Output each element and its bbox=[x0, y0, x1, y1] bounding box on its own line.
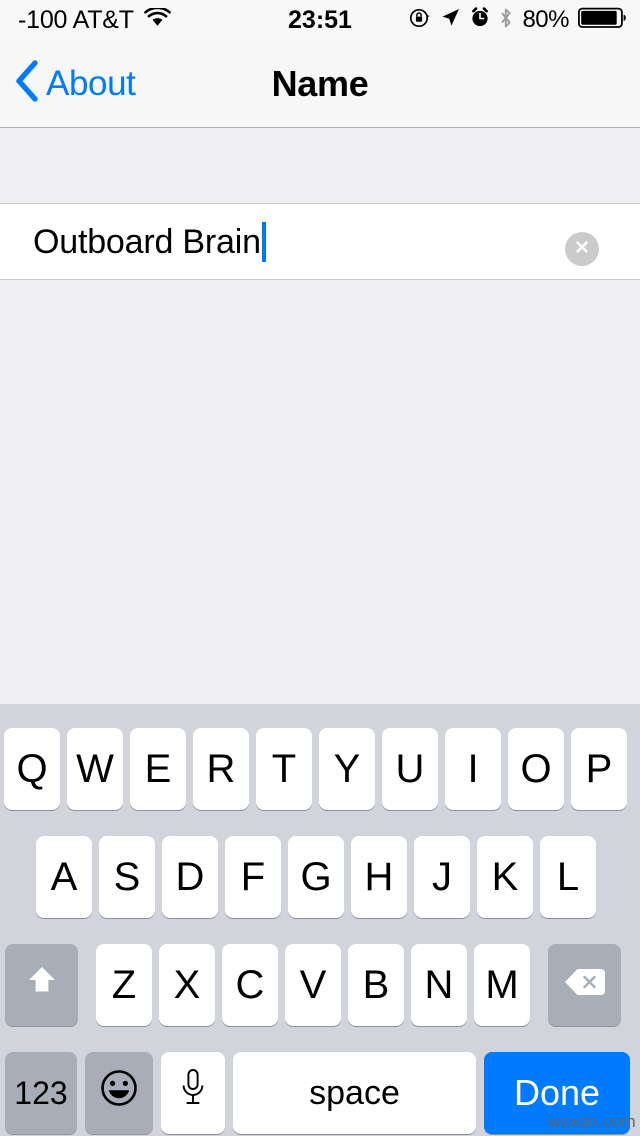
dictation-key[interactable] bbox=[161, 1052, 225, 1134]
key-v[interactable]: V bbox=[285, 944, 341, 1026]
key-d[interactable]: D bbox=[162, 836, 218, 918]
key-i[interactable]: I bbox=[445, 728, 501, 810]
key-q[interactable]: Q bbox=[4, 728, 60, 810]
text-cursor bbox=[261, 222, 266, 262]
bluetooth-icon bbox=[499, 7, 513, 34]
key-s[interactable]: S bbox=[99, 836, 155, 918]
key-r[interactable]: R bbox=[193, 728, 249, 810]
name-field-cell[interactable]: Outboard Brain bbox=[0, 203, 640, 280]
shift-arrow-icon bbox=[23, 961, 61, 1009]
shift-key[interactable] bbox=[5, 944, 78, 1026]
microphone-icon bbox=[179, 1066, 207, 1120]
alarm-clock-icon bbox=[470, 7, 490, 33]
chevron-left-icon bbox=[14, 59, 40, 108]
key-z[interactable]: Z bbox=[96, 944, 152, 1026]
back-button-label: About bbox=[46, 63, 136, 103]
rotation-lock-icon bbox=[409, 7, 431, 34]
key-c[interactable]: C bbox=[222, 944, 278, 1026]
key-b[interactable]: B bbox=[348, 944, 404, 1026]
status-bar-right: 80% bbox=[409, 0, 628, 40]
clear-circle-icon bbox=[572, 237, 592, 262]
done-key[interactable]: Done bbox=[484, 1052, 630, 1134]
keyboard-row-2: A S D F G H J K L bbox=[0, 836, 640, 918]
keyboard-row-4: 123 space Done bbox=[0, 1052, 640, 1134]
delete-key[interactable] bbox=[548, 944, 621, 1026]
key-l[interactable]: L bbox=[540, 836, 596, 918]
key-m[interactable]: M bbox=[474, 944, 530, 1026]
navigation-bar: About Name bbox=[0, 40, 640, 128]
emoji-keyboard-key[interactable] bbox=[85, 1052, 153, 1134]
battery-percent-label: 80% bbox=[522, 6, 569, 33]
key-u[interactable]: U bbox=[382, 728, 438, 810]
numeric-keyboard-key[interactable]: 123 bbox=[5, 1052, 77, 1134]
backspace-icon bbox=[563, 963, 607, 1008]
keyboard-row-3: Z X C V B N M bbox=[0, 944, 640, 1026]
key-o[interactable]: O bbox=[508, 728, 564, 810]
content-area: Outboard Brain bbox=[0, 128, 640, 704]
key-y[interactable]: Y bbox=[319, 728, 375, 810]
key-j[interactable]: J bbox=[414, 836, 470, 918]
name-input-value: Outboard Brain bbox=[33, 222, 261, 261]
key-h[interactable]: H bbox=[351, 836, 407, 918]
key-x[interactable]: X bbox=[159, 944, 215, 1026]
key-a[interactable]: A bbox=[36, 836, 92, 918]
keyboard-row-1: Q W E R T Y U I O P bbox=[0, 728, 640, 810]
key-p[interactable]: P bbox=[571, 728, 627, 810]
key-g[interactable]: G bbox=[288, 836, 344, 918]
location-arrow-icon bbox=[440, 7, 461, 33]
clock-label: 23:51 bbox=[288, 5, 352, 34]
key-k[interactable]: K bbox=[477, 836, 533, 918]
key-t[interactable]: T bbox=[256, 728, 312, 810]
battery-icon bbox=[577, 6, 628, 35]
name-input[interactable]: Outboard Brain bbox=[33, 204, 266, 280]
onscreen-keyboard: Q W E R T Y U I O P A S D F G H J K L Z … bbox=[0, 704, 640, 1136]
iphone-screen: -100 AT&T 23:51 80% About Name Outboard … bbox=[0, 0, 640, 1136]
space-key[interactable]: space bbox=[233, 1052, 476, 1134]
key-w[interactable]: W bbox=[67, 728, 123, 810]
key-e[interactable]: E bbox=[130, 728, 186, 810]
back-button-about[interactable]: About bbox=[14, 40, 136, 127]
key-n[interactable]: N bbox=[411, 944, 467, 1026]
clear-text-button[interactable] bbox=[565, 232, 599, 266]
status-bar: -100 AT&T 23:51 80% bbox=[0, 0, 640, 40]
key-f[interactable]: F bbox=[225, 836, 281, 918]
smiley-face-icon bbox=[97, 1066, 141, 1120]
